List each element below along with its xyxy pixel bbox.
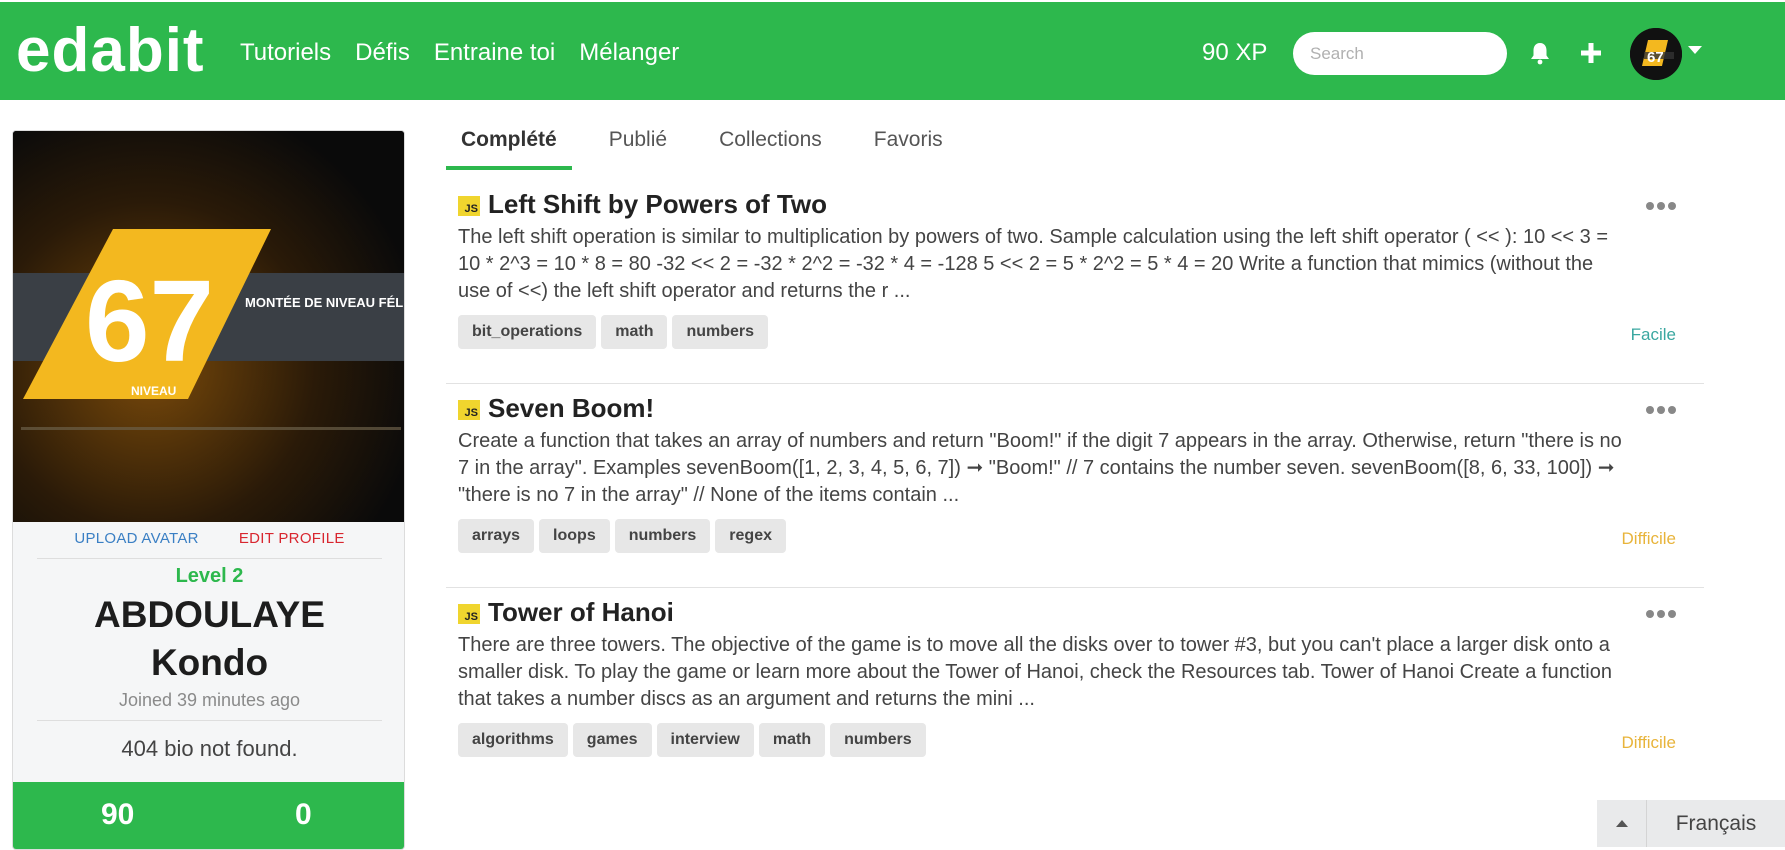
- nav-melanger[interactable]: Mélanger: [579, 38, 679, 68]
- tag[interactable]: regex: [715, 519, 786, 553]
- challenge-description: Create a function that takes an array of…: [458, 430, 1622, 506]
- challenge-tags: bit_operations math numbers: [458, 315, 769, 349]
- search-input[interactable]: [1293, 32, 1507, 75]
- challenge-description: The left shift operation is similar to m…: [458, 226, 1609, 302]
- challenge-item: JS Seven Boom! Create a function that ta…: [446, 384, 1704, 588]
- challenge-tags: algorithms games interview math numbers: [458, 723, 926, 757]
- tab-collections[interactable]: Collections: [704, 118, 837, 170]
- tag[interactable]: arrays: [458, 519, 535, 553]
- banner-number: 67: [85, 256, 214, 386]
- more-options-icon[interactable]: [1646, 610, 1676, 618]
- top-navbar: edabit Tutoriels Défis Entraine toi Méla…: [0, 0, 1785, 100]
- profile-actions: UPLOAD AVATAR EDIT PROFILE: [13, 530, 404, 547]
- challenge-description: There are three towers. The objective of…: [458, 634, 1612, 710]
- tag[interactable]: loops: [539, 519, 610, 553]
- user-last-name: Kondo: [150, 642, 269, 683]
- svg-text:67: 67: [1647, 49, 1664, 66]
- tag[interactable]: interview: [656, 723, 754, 757]
- bell-icon[interactable]: [1525, 38, 1555, 68]
- language-label: Français: [1675, 811, 1757, 835]
- tab-publie[interactable]: Publié: [594, 118, 682, 170]
- nav-tutoriels[interactable]: Tutoriels: [240, 38, 331, 68]
- tag[interactable]: bit_operations: [458, 315, 597, 349]
- divider: [37, 720, 382, 721]
- banner-subtext: NIVEAU: [131, 384, 176, 398]
- challenge-item: JS Tower of Hanoi There are three towers…: [446, 588, 1704, 792]
- tag[interactable]: numbers: [830, 723, 926, 757]
- chevron-up-icon[interactable]: [1597, 800, 1647, 847]
- challenge-title[interactable]: Left Shift by Powers of Two: [488, 189, 827, 220]
- more-options-icon[interactable]: [1646, 202, 1676, 210]
- challenge-item: JS Left Shift by Powers of Two The left …: [446, 180, 1704, 384]
- stat-xp: 90: [101, 798, 135, 831]
- main-nav: Tutoriels Défis Entraine toi Mélanger: [240, 38, 679, 68]
- user-name: ABDOULAYE Kondo: [13, 591, 404, 687]
- joined-date: Joined 39 minutes ago: [118, 690, 301, 710]
- banner-text: MONTÉE DE NIVEAU FÉLICITATIONS!: [245, 295, 405, 310]
- tag[interactable]: games: [572, 723, 652, 757]
- divider: [37, 558, 382, 559]
- tag[interactable]: numbers: [614, 519, 711, 553]
- tab-complete[interactable]: Complété: [446, 118, 572, 170]
- javascript-icon: JS: [458, 196, 480, 216]
- tag[interactable]: numbers: [672, 315, 769, 349]
- tag[interactable]: math: [601, 315, 668, 349]
- difficulty-label: Difficile: [1621, 529, 1676, 548]
- javascript-icon: JS: [458, 400, 480, 420]
- challenge-title[interactable]: Seven Boom!: [488, 393, 654, 424]
- challenge-tags: arrays loops numbers regex: [458, 519, 786, 553]
- upload-avatar-link[interactable]: UPLOAD AVATAR: [74, 530, 199, 547]
- nav-defis[interactable]: Défis: [355, 38, 410, 68]
- tab-favoris[interactable]: Favoris: [859, 118, 958, 170]
- challenge-list: JS Left Shift by Powers of Two The left …: [446, 180, 1704, 792]
- chevron-down-icon[interactable]: [1688, 46, 1702, 54]
- user-bio: 404 bio not found.: [121, 736, 298, 761]
- plus-icon[interactable]: [1576, 38, 1606, 68]
- profile-card: 67 NIVEAU MONTÉE DE NIVEAU FÉLICITATIONS…: [12, 130, 405, 850]
- stat-count: 0: [295, 798, 312, 831]
- user-avatar[interactable]: 67: [1630, 28, 1682, 80]
- javascript-icon: JS: [458, 604, 480, 624]
- profile-stats: 90 0: [13, 782, 404, 849]
- profile-banner: 67 NIVEAU MONTÉE DE NIVEAU FÉLICITATIONS…: [13, 131, 405, 522]
- nav-entraine-toi[interactable]: Entraine toi: [434, 38, 555, 68]
- xp-counter: 90 XP: [1202, 39, 1268, 66]
- profile-tabs: Complété Publié Collections Favoris: [446, 118, 980, 170]
- difficulty-label: Facile: [1630, 325, 1676, 344]
- challenge-title[interactable]: Tower of Hanoi: [488, 597, 674, 628]
- tag[interactable]: math: [758, 723, 826, 757]
- user-level: Level 2: [175, 565, 244, 587]
- more-options-icon[interactable]: [1646, 406, 1676, 414]
- edit-profile-link[interactable]: EDIT PROFILE: [239, 530, 345, 547]
- tag[interactable]: algorithms: [458, 723, 568, 757]
- difficulty-label: Difficile: [1621, 733, 1676, 752]
- user-first-name: ABDOULAYE: [94, 594, 325, 635]
- language-switcher[interactable]: Français: [1597, 800, 1785, 847]
- brand-logo[interactable]: edabit: [16, 20, 205, 82]
